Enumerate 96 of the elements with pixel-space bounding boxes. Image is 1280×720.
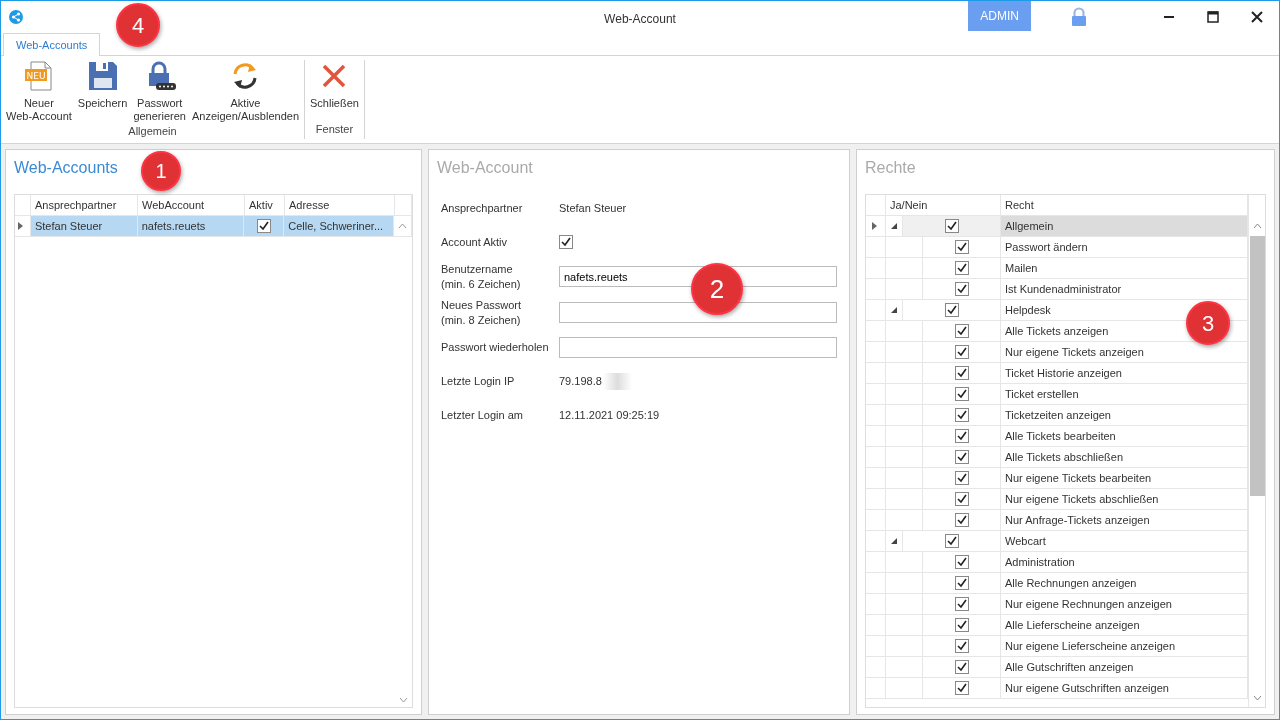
account-row[interactable]: Stefan Steuer nafets.reuets Celle, Schweriner... [15,216,412,237]
checkbox[interactable] [954,282,969,296]
checkbox[interactable] [944,219,959,233]
right-label: Alle Rechnungen anzeigen [1001,573,1248,593]
expanded-triangle-icon [891,538,897,544]
field-value: 79.198.8 [559,373,632,390]
panel-title: Web-Accounts [14,158,118,178]
share-icon [9,10,23,24]
right-label: Alle Lieferscheine anzeigen [1001,615,1248,635]
column-header[interactable]: Aktiv [245,195,285,215]
field-value: Stefan Steuer [559,200,627,216]
right-label: Allgemein [1001,216,1248,236]
right-label: Nur Anfrage-Tickets anzeigen [1001,510,1248,530]
table-cell: nafets.reuets [137,216,245,236]
checkbox[interactable] [954,471,969,485]
scroll-up-icon [398,223,407,229]
right-label: Alle Tickets abschließen [1001,447,1248,467]
toggle-button[interactable]: Aktive Anzeigen/Ausblenden [188,60,302,124]
close-icon [1250,10,1264,24]
ribbon-group-label: Fenster [315,121,354,137]
checkbox[interactable] [944,303,959,317]
field-value: 12.11.2021 09:25:19 [559,408,660,424]
panel-title: Rechte [865,158,916,178]
checkbox[interactable] [954,324,969,338]
field-label: Account Aktiv [441,234,509,250]
row-pointer-icon [18,222,23,230]
right-label: Nur eigene Rechnungen anzeigen [1001,594,1248,614]
right-label: Ist Kundenadministrator [1001,279,1248,299]
right-label: Nur eigene Lieferscheine anzeigen [1001,636,1248,656]
checkbox[interactable] [954,576,969,590]
checkbox[interactable] [954,681,969,695]
ribbon-tab[interactable]: Web-Accounts [3,32,101,56]
table-cell: Celle, Schweriner... [284,216,394,236]
right-label: Ticketzeiten anzeigen [1001,405,1248,425]
checkbox[interactable] [954,492,969,506]
scroll-down-icon [399,697,408,703]
scrollbar-thumb[interactable] [1249,236,1265,496]
right-label: Webcart [1001,531,1248,551]
field-label: Letzte Login IP [441,373,516,389]
right-label: Mailen [1001,258,1248,278]
right-label: Ticket erstellen [1001,384,1248,404]
checkbox[interactable] [944,534,959,548]
save-button[interactable]: Speichern [74,60,131,124]
checkbox[interactable] [954,660,969,674]
right-label: Nur eigene Tickets bearbeiten [1001,468,1248,488]
checkbox[interactable] [954,555,969,569]
panel-title: Web-Account [437,158,533,178]
checkbox[interactable] [954,513,969,527]
column-header[interactable]: Ja/Nein [886,195,1001,215]
table-cell: Stefan Steuer [30,216,138,236]
new-button[interactable]: NEU Neuer Web-Account [3,60,75,124]
checkbox[interactable] [559,235,573,249]
right-label: Nur eigene Gutschriften anzeigen [1001,678,1248,698]
input-field[interactable] [559,336,837,358]
right-label: Administration [1001,552,1248,572]
scroll-down-icon [1252,695,1262,701]
expanded-triangle-icon [891,223,897,229]
minimize-icon [1162,16,1176,18]
checkbox[interactable] [954,366,969,380]
checkbox[interactable] [954,450,969,464]
padlock-icon [1071,7,1087,27]
scroll-up-icon [1252,223,1262,229]
checkbox[interactable] [954,639,969,653]
checkbox[interactable] [954,387,969,401]
checkbox[interactable] [954,240,969,254]
checkbox[interactable] [954,408,969,422]
maximize-icon [1206,10,1220,24]
ribbon-group-label: Allgemein [128,124,177,140]
field-label: Ansprechpartner [441,200,524,216]
column-header[interactable]: Ansprechpartner [31,195,138,215]
checkbox[interactable] [256,219,271,233]
close-button[interactable]: Schließen [307,60,362,121]
field-label: Letzter Login am [441,407,524,423]
password-button[interactable]: Passwort generieren [130,60,189,124]
window-title: Web-Account [604,11,676,28]
checkbox[interactable] [954,429,969,443]
field-label: Neues Passwort (min. 8 Zeichen) [441,297,523,328]
checkbox[interactable] [954,618,969,632]
column-header[interactable]: Recht [1001,195,1248,215]
column-header[interactable]: WebAccount [138,195,245,215]
right-label: Passwort ändern [1001,237,1248,257]
right-label: Alle Gutschriften anzeigen [1001,657,1248,677]
row-pointer-icon [872,222,877,230]
expanded-triangle-icon [891,307,897,313]
field-label: Benutzername (min. 6 Zeichen) [441,262,522,292]
right-label: Nur eigene Tickets abschließen [1001,489,1248,509]
user-badge: ADMIN [968,1,1031,31]
field-label: Passwort wiederholen [441,339,550,355]
right-label: Ticket Historie anzeigen [1001,363,1248,383]
column-header[interactable]: Adresse [285,195,395,215]
checkbox[interactable] [954,597,969,611]
input-field[interactable] [559,302,837,324]
checkbox[interactable] [954,345,969,359]
numbered-callout: 4 [116,3,160,47]
right-label: Alle Tickets bearbeiten [1001,426,1248,446]
checkbox[interactable] [954,261,969,275]
